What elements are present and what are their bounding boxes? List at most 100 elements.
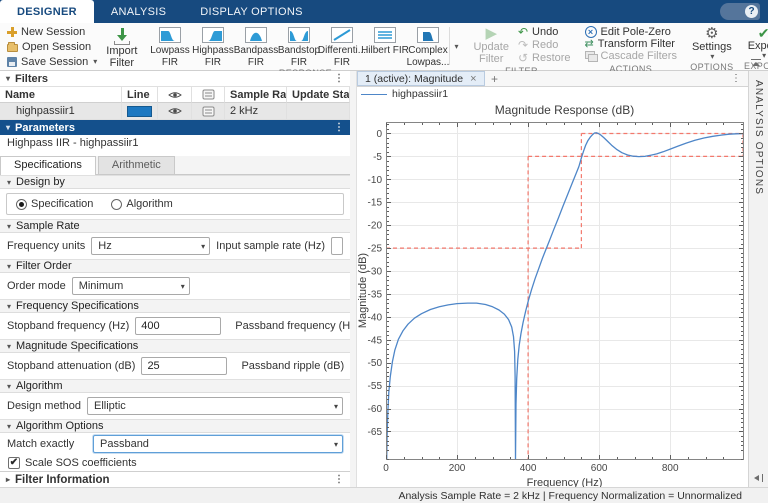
actions-group: × Edit Pole-Zero ⇄ Transform Filter Casc… — [578, 23, 684, 74]
stopband-attenuation-label: Stopband attenuation (dB) — [7, 360, 136, 372]
svg-text:-50: -50 — [368, 358, 383, 369]
bandpass-fir-button[interactable]: Bandpass FIR — [234, 24, 278, 68]
redo-button[interactable]: ↷ Redo — [514, 39, 575, 51]
frequency-units-select[interactable]: Hz ▾ — [91, 237, 211, 255]
bandpass-icon — [244, 27, 267, 43]
settings-button[interactable]: ⚙ Settings ▾ — [687, 24, 737, 62]
edit-pole-zero-button[interactable]: × Edit Pole-Zero — [581, 26, 681, 38]
tab-specifications[interactable]: Specifications — [0, 156, 96, 175]
new-figure-tab-button[interactable]: + — [485, 71, 505, 86]
collapse-arrow-icon: ▾ — [7, 381, 12, 391]
transform-filter-button[interactable]: ⇄ Transform Filter — [581, 38, 681, 50]
import-filter-button[interactable]: Import Filter — [101, 24, 142, 70]
export-button[interactable]: ✔ Export ▾ — [743, 24, 768, 61]
save-dropdown-icon[interactable]: ▾ — [93, 57, 97, 66]
status-bar: Analysis Sample Rate = 2 kHz | Frequency… — [0, 487, 768, 503]
passband-frequency-label: Passband frequency (Hz) — [235, 320, 350, 332]
expand-arrow-icon: ▸ — [6, 475, 11, 484]
undo-icon: ↶ — [517, 25, 529, 39]
sample-rate-header[interactable]: ▾ Sample Rate — [0, 219, 350, 233]
save-session-button[interactable]: Save Session ▾ — [3, 56, 101, 68]
import-filter-icon — [113, 27, 131, 45]
stopband-attenuation-field[interactable] — [141, 357, 228, 375]
plot-legend: highpassiir1 — [357, 87, 748, 101]
bandstop-icon — [287, 27, 310, 43]
tab-designer[interactable]: DESIGNER — [0, 0, 94, 23]
highpass-fir-button[interactable]: Highpass FIR — [191, 24, 234, 68]
differentiator-fir-button[interactable]: Differenti... FIR — [318, 24, 366, 68]
tab-analysis[interactable]: ANALYSIS — [94, 0, 183, 23]
parameters-menu-icon[interactable]: ⋮ — [334, 122, 344, 133]
response-group: Lowpass FIR Highpass FIR Bandpass FIR Ba… — [145, 23, 465, 78]
filter-information-header[interactable]: ▸ Filter Information ⋮ — [0, 471, 350, 487]
magnitude-specifications-header[interactable]: ▾ Magnitude Specifications — [0, 339, 350, 353]
legend-tag-icon — [202, 89, 214, 100]
algorithm-options-header[interactable]: ▾ Algorithm Options — [0, 419, 350, 433]
parameters-section-header[interactable]: ▾ Parameters ⋮ — [0, 120, 350, 135]
svg-text:-5: -5 — [373, 152, 382, 163]
plot-frame — [386, 122, 744, 460]
edit-pole-zero-icon: × — [584, 26, 597, 38]
magnitude-figure-tab[interactable]: 1 (active): Magnitude × — [357, 71, 485, 86]
svg-text:-15: -15 — [368, 198, 383, 209]
hilbert-icon — [373, 27, 396, 43]
visibility-toggle[interactable] — [158, 103, 192, 120]
col-update-status: Update Status — [287, 86, 350, 103]
response-gallery-expand-button[interactable]: ▾ — [449, 27, 462, 65]
line-color-swatch[interactable] — [127, 105, 152, 117]
scale-sos-checkbox[interactable]: ✔ — [8, 457, 20, 469]
cascade-filters-button[interactable]: Cascade Filters — [581, 50, 681, 62]
order-mode-select[interactable]: Minimum ▾ — [71, 277, 190, 295]
hilbert-fir-button[interactable]: Hilbert FIR — [361, 24, 409, 68]
tab-arithmetic[interactable]: Arithmetic — [97, 156, 175, 174]
radio-unselected-icon — [111, 198, 123, 210]
new-session-button[interactable]: New Session — [3, 26, 101, 38]
stopband-frequency-field[interactable] — [135, 317, 222, 335]
svg-text:200: 200 — [449, 463, 466, 474]
export-dropdown-icon: ▾ — [762, 51, 767, 61]
svg-text:-10: -10 — [368, 175, 383, 186]
filter-information-menu-icon[interactable]: ⋮ — [334, 474, 344, 485]
bandstop-fir-button[interactable]: Bandstop FIR — [277, 24, 320, 68]
frequency-specifications-header[interactable]: ▾ Frequency Specifications — [0, 299, 350, 313]
open-session-button[interactable]: Open Session — [3, 41, 101, 53]
chevron-down-icon: ▾ — [454, 41, 459, 51]
algorithm-header[interactable]: ▾ Algorithm — [0, 379, 350, 393]
update-filter-button[interactable]: ▶ Update Filter — [468, 24, 513, 66]
filters-menu-icon[interactable]: ⋮ — [334, 73, 344, 84]
figure-menu-icon[interactable]: ⋮ — [731, 71, 748, 86]
radio-specification[interactable]: Specification — [16, 198, 93, 210]
complex-lowpass-fir-button[interactable]: Complex Lowpas... — [406, 24, 449, 68]
legend-toggle[interactable] — [192, 103, 225, 120]
design-by-header[interactable]: ▾ Design by — [0, 175, 350, 189]
chevron-down-icon: ▾ — [180, 282, 185, 291]
input-sample-rate-field[interactable] — [331, 237, 343, 255]
chevron-down-icon: ▾ — [333, 440, 338, 449]
match-exactly-select[interactable]: Passband ▾ — [93, 435, 343, 453]
expand-panel-icon[interactable] — [754, 474, 763, 482]
filters-table: Name Line Sample Rate Update Status high… — [0, 86, 350, 120]
radio-algorithm[interactable]: Algorithm — [111, 198, 173, 210]
svg-text:-25: -25 — [368, 244, 383, 255]
legend-label: highpassiir1 — [392, 88, 449, 100]
restore-button[interactable]: ↺ Restore — [514, 52, 575, 64]
filters-section-header[interactable]: ▾ Filters ⋮ — [0, 71, 350, 86]
x-axis-label: Frequency (Hz) — [527, 477, 603, 487]
design-by-radio-group: Specification Algorithm — [6, 193, 344, 215]
close-tab-icon[interactable]: × — [470, 73, 476, 85]
undo-button[interactable]: ↶ Undo — [514, 26, 575, 38]
analysis-plot-panel: 1 (active): Magnitude × + ⋮ highpassiir1… — [356, 71, 748, 487]
collapse-ribbon-button[interactable] — [751, 59, 761, 67]
filter-row-highpassiir1[interactable]: highpassiir1 2 kHz — [0, 103, 350, 120]
filter-order-header[interactable]: ▾ Filter Order — [0, 259, 350, 273]
lowpass-fir-button[interactable]: Lowpass FIR — [148, 24, 191, 68]
magnitude-response-curve — [386, 132, 744, 460]
analysis-options-collapsed-panel[interactable]: ANALYSIS OPTIONS — [748, 71, 768, 487]
radio-selected-icon — [16, 198, 27, 210]
gear-icon: ⚙ — [705, 25, 719, 42]
help-button[interactable]: ? — [720, 3, 760, 20]
design-method-select[interactable]: Elliptic ▾ — [87, 397, 343, 415]
filter-designer-window: DESIGNER ANALYSIS DISPLAY OPTIONS ? New … — [0, 0, 768, 503]
chevron-down-icon: ▾ — [201, 242, 206, 251]
tab-display-options[interactable]: DISPLAY OPTIONS — [183, 0, 320, 23]
